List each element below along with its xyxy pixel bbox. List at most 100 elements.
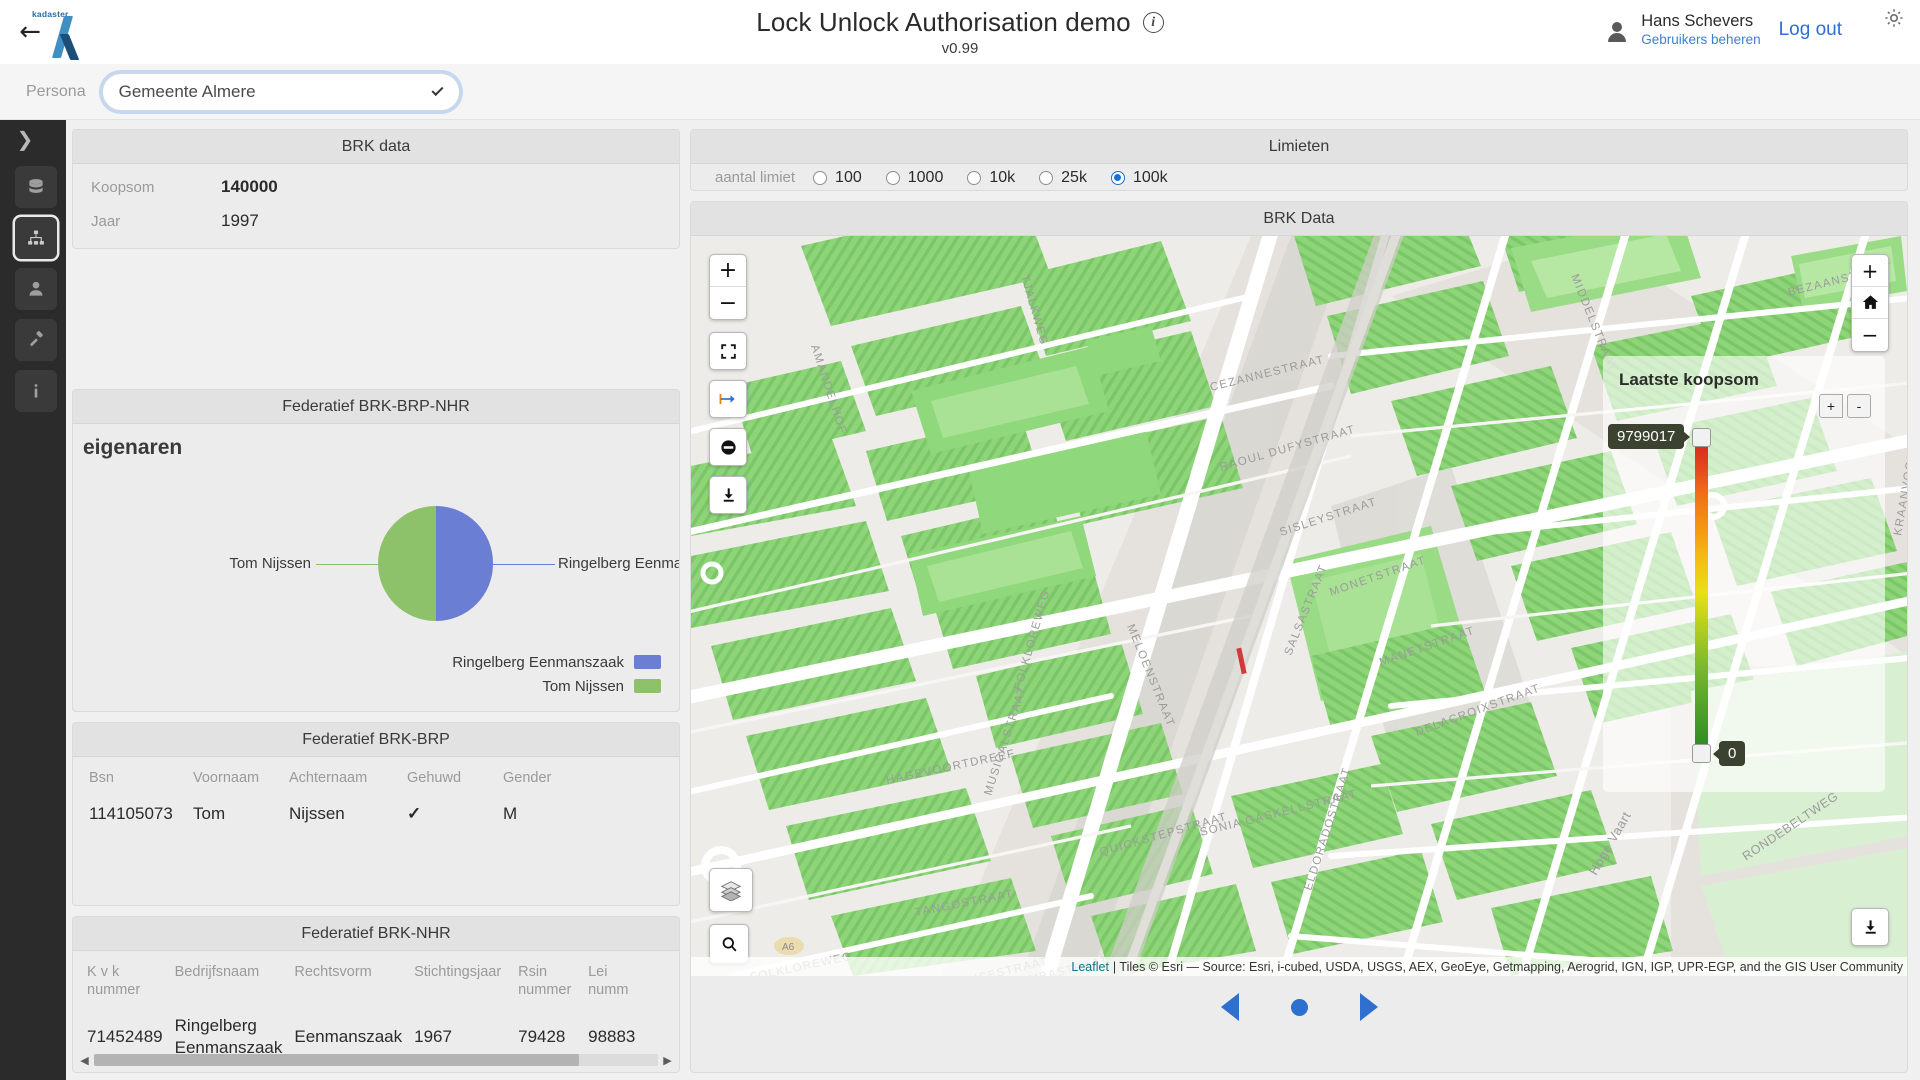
radio-label: 100k	[1132, 168, 1168, 186]
logout-button[interactable]: Log out	[1779, 19, 1842, 41]
map-layers-button[interactable]	[709, 868, 753, 912]
app-version: v0.99	[941, 40, 979, 57]
panel-title-federatief-brk-nhr: Federatief BRK-NHR	[73, 917, 679, 951]
radio-option-100k[interactable]: 100k	[1110, 168, 1168, 187]
col-bsn[interactable]: Bsn	[73, 757, 187, 797]
sidebar-item-database[interactable]	[15, 166, 57, 208]
person-icon	[29, 281, 43, 296]
panel-federatief-brk-brp-nhr: Federatief BRK-BRP-NHR eigenaren Tom Nij…	[72, 389, 680, 712]
map-block-button[interactable]	[709, 428, 747, 466]
legend-min-handle[interactable]	[1692, 744, 1711, 763]
left-column: BRK data Koopsom 140000 Jaar 1997 Federa…	[72, 129, 680, 1073]
legend-plus-button[interactable]: +	[1819, 394, 1843, 418]
sidebar-item-info[interactable]	[15, 370, 57, 412]
col-stichtingsjaar[interactable]: Stichtingsjaar	[408, 951, 512, 1009]
info-icon[interactable]: i	[1142, 12, 1164, 33]
dot-icon[interactable]	[1290, 998, 1308, 1016]
map-zoom-out-button[interactable]: −	[710, 287, 746, 319]
legend-minus-button[interactable]: -	[1847, 394, 1871, 418]
radio-circle[interactable]	[1039, 170, 1054, 185]
limit-radio-group: aantal limiet 100 1000 10k 25k 100k	[691, 164, 1907, 190]
radio-option-25k[interactable]: 25k	[1039, 169, 1087, 187]
triangle-left-icon[interactable]	[1220, 993, 1239, 1021]
manage-users-link[interactable]: Gebruikers beheren	[1641, 32, 1760, 49]
col-lei-nummer[interactable]: Lei numm	[582, 951, 679, 1009]
map-viewport[interactable]: AMANDELHOF HAGEVOORTDREEF TANGOSTRAAT ME…	[691, 236, 1907, 976]
pie-leader-right	[493, 564, 555, 565]
col-kvk-nummer[interactable]: K v k nummer	[73, 951, 169, 1009]
map-download-button[interactable]	[709, 476, 747, 514]
col-bedrijfsnaam[interactable]: Bedrijfsnaam	[169, 951, 289, 1009]
brk-value-jaar: 1997	[221, 211, 259, 230]
radio-label: 1000	[907, 168, 944, 186]
radio-circle[interactable]	[813, 170, 828, 185]
avatar	[1607, 22, 1627, 42]
col-rsin-nummer[interactable]: Rsin nummer	[512, 951, 582, 1009]
map-measure-button[interactable]	[709, 380, 747, 418]
map-zoom-out-button-right[interactable]: −	[1852, 319, 1888, 351]
pie-label-left: Tom Nijssen	[229, 555, 311, 572]
panel-title-federatief-brk-brp: Federatief BRK-BRP	[73, 723, 679, 757]
map-zoom-in-button[interactable]: +	[710, 255, 746, 287]
scrollbar-track[interactable]	[94, 1054, 658, 1066]
sidebar-item-person[interactable]	[15, 268, 57, 310]
radio-option-10k[interactable]: 10k	[967, 169, 1015, 187]
page-title-text: Lock Unlock Authorisation demo	[756, 7, 1131, 37]
triangle-left-icon[interactable]: ◀	[79, 1054, 90, 1067]
radio-circle-selected[interactable]	[1110, 170, 1125, 185]
triangle-right-icon[interactable]	[1359, 993, 1378, 1021]
legend-min-value: 0	[1712, 741, 1746, 766]
scrollbar-thumb[interactable]	[94, 1054, 580, 1066]
legend-swatch	[634, 679, 661, 693]
pie-chart: Tom Nijssen Ringelberg Eenmanszaak	[73, 464, 679, 664]
col-gehuwd[interactable]: Gehuwd	[401, 757, 497, 797]
radio-option-1000[interactable]: 1000	[885, 168, 944, 187]
app-body: ❯ BRK data Koopsom 140000 Jaar 1997 Fede…	[0, 120, 1920, 1080]
triangle-right-icon[interactable]: ▶	[662, 1054, 673, 1067]
legend-item[interactable]: Ringelberg Eenmanszaak	[452, 650, 661, 674]
col-voornaam[interactable]: Voornaam	[187, 757, 283, 797]
pie-slice-ringelberg-eenmanszaak[interactable]	[435, 506, 493, 621]
radio-circle[interactable]	[967, 170, 982, 185]
col-gender[interactable]: Gender	[497, 757, 679, 797]
radio-circle[interactable]	[885, 170, 900, 185]
map-export-button[interactable]	[1851, 908, 1889, 946]
legend-max-handle[interactable]	[1692, 428, 1711, 447]
layers-icon	[720, 881, 742, 901]
map-right-control-group[interactable]: + −	[1851, 254, 1889, 352]
panel-limieten: Limieten aantal limiet 100 1000 10k 25k …	[690, 129, 1908, 191]
panel-federatief-brk-brp: Federatief BRK-BRP Bsn Voornaam Achterna…	[72, 722, 680, 906]
info-icon	[34, 384, 38, 398]
map-home-button[interactable]	[1852, 287, 1888, 319]
pie-graphic[interactable]	[378, 506, 493, 621]
panel-title-limieten: Limieten	[691, 130, 1907, 164]
page-title: Lock Unlock Authorisation demo i	[756, 7, 1164, 38]
sidebar-item-gavel[interactable]	[15, 319, 57, 361]
table-header-row: Bsn Voornaam Achternaam Gehuwd Gender	[73, 757, 679, 797]
gear-icon[interactable]	[1882, 6, 1906, 30]
table-row[interactable]: 114105073 Tom Nijssen ✓ M	[73, 797, 679, 831]
hierarchy-icon	[28, 230, 44, 245]
avatar-head	[1612, 22, 1623, 32]
horizontal-scrollbar[interactable]: ◀ ▶	[79, 1052, 673, 1068]
pie-slice-tom-nijssen[interactable]	[378, 506, 436, 621]
download-icon	[723, 487, 734, 502]
chevron-right-icon[interactable]: ❯	[12, 126, 38, 152]
legend-stepper[interactable]: + -	[1819, 394, 1871, 418]
measure-icon	[719, 394, 735, 404]
col-rechtsvorm[interactable]: Rechtsvorm	[288, 951, 408, 1009]
map-fullscreen-button[interactable]	[709, 332, 747, 370]
download-icon	[1865, 919, 1876, 934]
table-header-row: K v k nummer Bedrijfsnaam Rechtsvorm Stic…	[73, 951, 679, 1009]
legend-item[interactable]: Tom Nijssen	[452, 674, 661, 698]
col-achternaam[interactable]: Achternaam	[283, 757, 401, 797]
map-zoom-in-button-right[interactable]: +	[1852, 255, 1888, 287]
pie-leader-left	[316, 564, 378, 565]
radio-option-100[interactable]: 100	[813, 169, 862, 187]
radio-label: 25k	[1061, 168, 1087, 186]
persona-select[interactable]: Gemeente Almere	[101, 72, 460, 111]
top-bar: ← kadaster Lock Unlock Authorisation dem…	[0, 0, 1920, 64]
sidebar-item-hierarchy[interactable]	[15, 217, 57, 259]
database-icon	[29, 179, 43, 193]
map-zoom-group[interactable]: + −	[709, 254, 747, 320]
